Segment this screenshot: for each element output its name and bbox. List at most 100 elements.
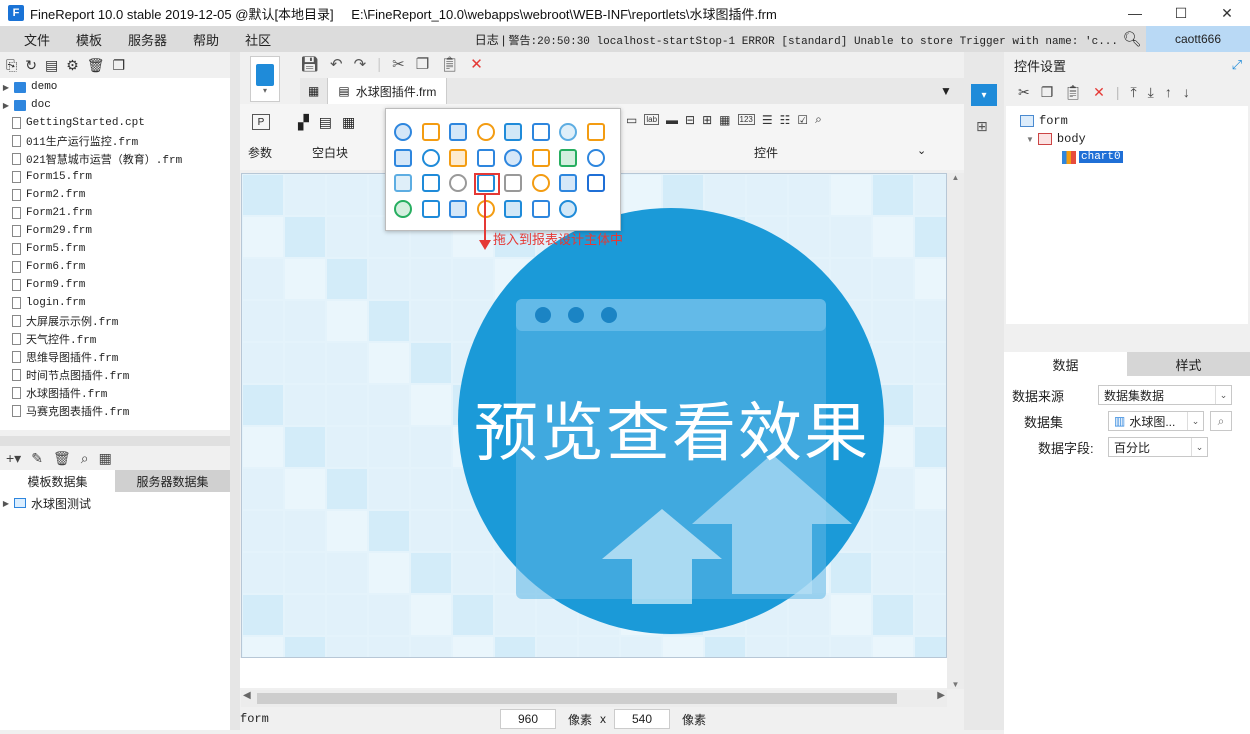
expand-arrow-icon[interactable]: ▶ [0,499,12,508]
settings-icon[interactable]: ⚙ [66,57,79,74]
tree-file-item[interactable]: Form15.frm [0,168,230,186]
expand-widgets-icon[interactable]: ⌄ [917,144,926,157]
tree-file-item[interactable]: Form5.frm [0,240,230,258]
heatmap-chart-icon[interactable] [531,148,550,167]
close-button[interactable]: ✕ [1204,0,1250,26]
add-icon[interactable]: +▾ [6,450,21,467]
splitter[interactable] [0,436,230,446]
search-icon[interactable]: 🔍︎ [1118,30,1146,48]
tree-file-item[interactable]: Form2.frm [0,186,230,204]
tree-chart-icon[interactable] [449,174,467,192]
dataset-item[interactable]: ▶ 水球图测试 [0,492,230,514]
globe-map-icon[interactable] [586,148,605,167]
map-chart-icon[interactable] [476,148,495,167]
radio-group-icon[interactable]: ☷ [780,113,791,127]
cut-icon[interactable]: ✂ [1018,84,1030,101]
layout-icons[interactable]: ▞▤▦ [298,114,365,131]
height-field[interactable]: 540 [614,709,671,729]
minimize-button[interactable]: — [1112,0,1158,26]
menu-template[interactable]: 模板 [63,30,115,49]
combo-chart-icon[interactable] [421,148,440,167]
delete-icon[interactable]: ✕ [1093,84,1105,101]
refresh-icon[interactable]: ↻ [25,57,37,74]
collapse-arrow-icon[interactable]: ▼ [1026,135,1034,144]
radar-chart-icon[interactable] [559,123,577,141]
scroll-down-icon[interactable]: ▼ [947,680,964,689]
checkbox-group-icon[interactable]: ☑ [797,113,808,127]
tab-style[interactable]: 样式 [1127,352,1250,376]
map-region-icon[interactable] [504,148,522,167]
tree-file-item[interactable]: 天气控件.frm [0,330,230,348]
copy-icon[interactable]: ❐ [113,57,126,74]
scatter-chart-icon[interactable] [586,123,605,141]
menu-community[interactable]: 社区 [232,30,284,49]
new-folder-icon[interactable]: ⎘ [6,57,17,74]
tree-file-item[interactable]: 时间节点图插件.frm [0,366,230,384]
dataset-search-button[interactable]: ⌕ [1210,411,1232,431]
gauge-chart-icon[interactable] [531,123,550,141]
preview-icon[interactable]: ⌕ [81,450,89,467]
stack-chart-icon[interactable] [504,199,522,218]
parameter-icon[interactable]: P [252,114,270,130]
vertical-scrollbar[interactable]: ▲ ▼ [947,173,964,689]
world-map-icon[interactable] [586,174,605,192]
paste-icon[interactable]: 📋︎ [1064,84,1082,101]
widget-node-chart0[interactable]: chart0 [1006,148,1248,166]
tree-file-item[interactable]: 思维导图插件.frm [0,348,230,366]
redo-icon[interactable]: ↷ [354,55,367,73]
menu-help[interactable]: 帮助 [180,30,232,49]
tree-file-item[interactable]: 011生产运行监控.frm [0,132,230,150]
line-chart-icon[interactable] [476,123,495,141]
bar-chart-icon[interactable] [421,123,440,141]
textarea-icon[interactable]: ☰ [762,113,773,127]
word-cloud-icon[interactable] [421,199,440,218]
tab-menu-icon[interactable]: ▼ [940,84,952,98]
ring-progress-icon[interactable] [394,199,412,218]
timeline-chart-icon[interactable] [449,199,467,218]
donut-chart-icon[interactable] [449,148,467,167]
label-widget-icon[interactable]: lab [644,114,660,125]
expand-arrow-icon[interactable]: ▶ [0,101,12,110]
org-chart-icon[interactable] [559,199,577,218]
scroll-thumb[interactable] [257,693,897,704]
tree-file-item[interactable]: Form29.frm [0,222,230,240]
user-account[interactable]: caott666 [1146,26,1250,52]
dataset-settings-icon[interactable]: ▦ [99,450,112,467]
edit-icon[interactable]: ✎ [31,450,43,467]
move-down-icon[interactable]: ↓ [1183,84,1190,100]
mind-map-icon[interactable] [531,199,550,218]
delete-icon[interactable]: 🗑︎ [53,450,71,467]
template-icon[interactable]: ▤ [45,57,58,74]
delete-icon[interactable]: ✕ [470,55,483,73]
search-widget-icon[interactable]: ⌕ [815,112,822,127]
scroll-right-icon[interactable]: ▶ [937,690,945,701]
widget-icons[interactable]: ▭ lab ▬ ⊟ ⊞ ▦ 123 ☰ ☷ ☑ ⌕ [626,112,822,127]
move-up-icon[interactable]: ↑ [1165,84,1172,100]
funnel-chart-icon[interactable] [559,148,577,167]
date-icon[interactable]: ▦ [719,113,730,127]
copy-icon[interactable]: ❐ [416,55,429,73]
delete-icon[interactable]: 🗑︎ [87,57,105,74]
mosaic-chart-icon[interactable] [531,174,550,192]
move-top-icon[interactable]: ⤒ [1130,84,1136,101]
widget-node-body[interactable]: ▼ body [1006,130,1248,148]
tree-file-item[interactable]: 水球图插件.frm [0,384,230,402]
globe-icon[interactable] [559,174,577,192]
log-label[interactable]: 日志 [475,33,499,47]
tree-file-item[interactable]: 大屏展示示例.frm [0,312,230,330]
tree-file-item[interactable]: 马赛克图表插件.frm [0,402,230,420]
undo-icon[interactable]: ↶ [330,55,343,73]
area-chart-icon[interactable] [504,123,522,141]
tree-file-item[interactable]: Form9.frm [0,276,230,294]
tree-widget-icon[interactable]: ⊞ [702,113,712,127]
cut-icon[interactable]: ✂ [392,55,405,73]
menu-file[interactable]: 文件 [0,30,63,49]
bubble-chart-icon[interactable] [394,148,412,167]
tab-current-file[interactable]: ▤ 水球图插件.frm [328,78,448,104]
horizontal-bar-icon[interactable] [449,123,467,141]
structure-chart-icon[interactable] [504,174,522,192]
gantt-chart-icon[interactable] [394,174,412,192]
horizontal-scrollbar[interactable]: ◀ ▶ [241,690,947,707]
number-widget-icon[interactable]: 123 [737,114,755,125]
tree-folder-doc[interactable]: ▶ doc [0,96,230,114]
